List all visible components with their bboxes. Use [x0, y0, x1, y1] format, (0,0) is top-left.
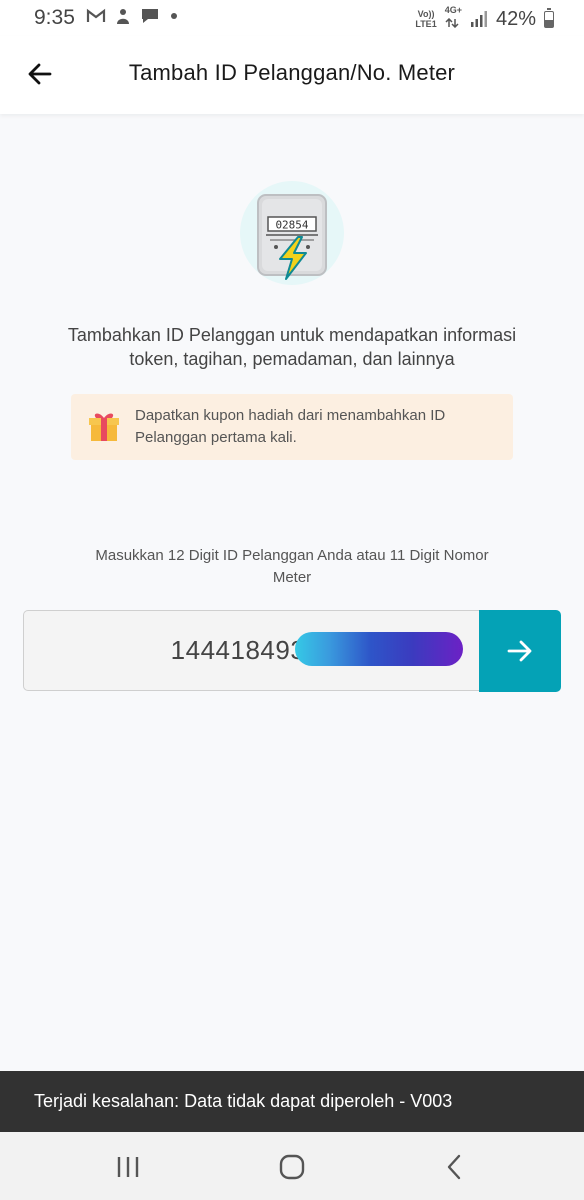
meter-digits: 02854: [275, 219, 308, 232]
electric-meter-illustration: 02854: [240, 181, 344, 285]
notification-icons: [86, 7, 180, 25]
redaction-overlay: [295, 632, 463, 666]
back-nav-icon[interactable]: [440, 1152, 470, 1182]
app-header: Tambah ID Pelanggan/No. Meter: [0, 36, 584, 114]
recent-apps-icon[interactable]: [113, 1152, 143, 1182]
data-arrows-icon: [445, 17, 459, 29]
message-icon: [142, 9, 158, 23]
battery-icon: [544, 7, 554, 28]
status-time: 9:35: [34, 6, 75, 29]
dot-icon: [171, 13, 177, 19]
status-right: Vo)) LTE1 4G+ 42%: [415, 5, 554, 33]
network-indicator: 4G+: [445, 5, 462, 33]
snackbar-message: Terjadi kesalahan: Data tidak dapat dipe…: [34, 1091, 453, 1111]
gift-icon: [89, 413, 119, 441]
battery-percentage: 42%: [495, 7, 536, 30]
input-label: Masukkan 12 Digit ID Pelanggan Anda atau…: [95, 547, 489, 586]
customer-id-input[interactable]: 144418493: [23, 610, 482, 691]
arrow-right-icon: [507, 640, 532, 662]
submit-button[interactable]: [479, 610, 561, 692]
error-snackbar: Terjadi kesalahan: Data tidak dapat dipe…: [0, 1071, 584, 1132]
page-title: Tambah ID Pelanggan/No. Meter: [128, 60, 456, 85]
intro-text: Tambahkan ID Pelanggan untuk mendapatkan…: [67, 325, 517, 369]
app-icon: [117, 9, 129, 24]
home-icon[interactable]: [277, 1152, 307, 1182]
status-bar: 9:35 Vo)) LTE1 4G+ 42%: [0, 0, 584, 36]
promo-text: Dapatkan kupon hadiah dari menambahkan I…: [135, 407, 446, 446]
signal-icon: [470, 11, 487, 27]
gmail-icon: [86, 8, 106, 22]
electric-meter-icon: 02854: [257, 194, 327, 280]
customer-id-value: 144418493: [170, 635, 306, 665]
promo-banner: Dapatkan kupon hadiah dari menambahkan I…: [71, 394, 513, 460]
volte-indicator: Vo)) LTE1: [415, 9, 437, 29]
system-nav-bar: [0, 1132, 584, 1200]
